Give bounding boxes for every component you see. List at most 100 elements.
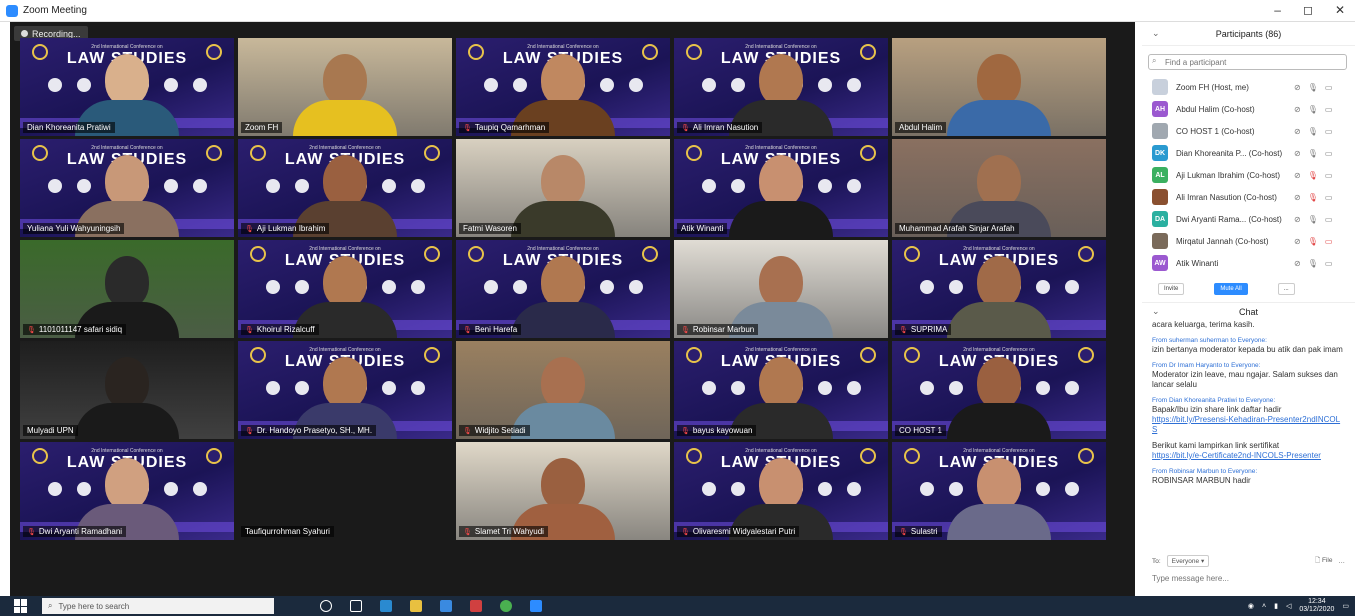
video-tile[interactable]: 2nd International Conference on LAW STUDI…	[238, 139, 452, 237]
mute-all-button[interactable]: Mute All	[1214, 283, 1248, 295]
taskbar-clock[interactable]: 12:34 03/12/2020	[1299, 598, 1334, 614]
store-icon[interactable]	[440, 600, 452, 612]
maximize-icon[interactable]: ◻	[1303, 3, 1313, 17]
camera-icon[interactable]: ▭	[1325, 215, 1333, 224]
participant-row[interactable]: Mirqatul Jannah (Co-host) ⊘ 🎙︎ ▭	[1142, 230, 1355, 252]
video-tile[interactable]: 2nd International Conference on LAW STUDI…	[20, 139, 234, 237]
mic-icon[interactable]: 🎙︎	[1308, 149, 1318, 158]
speaker-photo	[701, 381, 716, 395]
avatar: AH	[1152, 101, 1168, 117]
video-tile[interactable]: Fatmi Wasoren	[456, 139, 670, 237]
mic-icon[interactable]: 🎙︎	[1308, 83, 1318, 92]
mic-icon[interactable]: 🎙︎	[1308, 105, 1318, 114]
file-explorer-icon[interactable]	[410, 600, 422, 612]
video-tile[interactable]: 2nd International Conference on LAW STUDI…	[456, 240, 670, 338]
taskbar-search[interactable]: ⌕ Type here to search	[42, 598, 274, 614]
participant-row[interactable]: Zoom FH (Host, me) ⊘ 🎙︎ ▭	[1142, 76, 1355, 98]
participant-face	[977, 155, 1021, 207]
mic-muted-icon: 🎙︎	[27, 528, 36, 536]
chat-text: Moderator izin leave, mau ngajar. Salam …	[1152, 370, 1338, 389]
participant-list-name: Aji Lukman Ibrahim (Co-host)	[1176, 170, 1281, 180]
video-tile[interactable]: Abdul Halim	[892, 38, 1106, 136]
camera-icon[interactable]: ▭	[1325, 127, 1333, 136]
mic-muted-icon[interactable]: 🎙︎	[1308, 171, 1318, 180]
video-tile[interactable]: Taufiqurrohman Syahuri	[238, 442, 452, 540]
task-view-icon[interactable]	[350, 600, 362, 612]
participant-row[interactable]: AW Atik Winanti ⊘ 🎙︎ ▭	[1142, 252, 1355, 274]
mic-muted-icon[interactable]: 🎙︎	[1308, 193, 1318, 202]
recipient-select[interactable]: Everyone ▾	[1166, 555, 1210, 567]
chat-link[interactable]: https://bit.ly/Presensi-Kehadiran-Presen…	[1152, 415, 1343, 435]
video-tile[interactable]: 2nd International Conference on LAW STUDI…	[20, 442, 234, 540]
chevron-down-icon[interactable]: ⌄	[1152, 306, 1160, 317]
video-tile[interactable]: Zoom FH	[238, 38, 452, 136]
chat-message: From suherman suherman to Everyone: izin …	[1152, 336, 1343, 355]
mic-muted-icon[interactable]: 🎙︎	[1308, 237, 1318, 246]
network-icon[interactable]: ▮	[1274, 602, 1278, 610]
video-tile[interactable]: 2nd International Conference on LAW STUDI…	[892, 442, 1106, 540]
tray-app-icon[interactable]: ◉	[1248, 602, 1254, 610]
video-tile[interactable]: Muhammad Arafah Sinjar Arafah	[892, 139, 1106, 237]
mic-icon[interactable]: 🎙︎	[1308, 259, 1318, 268]
participant-search-input[interactable]	[1148, 54, 1347, 70]
invite-button[interactable]: Invite	[1158, 283, 1185, 295]
participant-row[interactable]: DA Dwi Aryanti Rama... (Co-host) ⊘ 🎙︎ ▭	[1142, 208, 1355, 230]
camera-off-icon[interactable]: ▭	[1325, 237, 1333, 246]
video-tile[interactable]: 🎙︎ 1101011147 safari sidiq	[20, 240, 234, 338]
participant-name: Dr. Handoyo Prasetyo, SH., MH.	[256, 426, 373, 435]
participant-row[interactable]: Ali Imran Nasution (Co-host) ⊘ 🎙︎ ▭	[1142, 186, 1355, 208]
video-tile[interactable]: 2nd International Conference on LAW STUDI…	[238, 240, 452, 338]
video-tile[interactable]: 2nd International Conference on LAW STUDI…	[20, 38, 234, 136]
participant-status-icons: ⊘ 🎙︎ ▭	[1294, 149, 1332, 158]
chevron-down-icon[interactable]: ⌄	[1152, 28, 1160, 39]
windows-start-icon[interactable]	[14, 599, 28, 613]
video-tile[interactable]: Mulyadi UPN	[20, 341, 234, 439]
participant-list-name: CO HOST 1 (Co-host)	[1176, 126, 1255, 136]
video-tile[interactable]: 2nd International Conference on LAW STUDI…	[238, 341, 452, 439]
camera-icon[interactable]: ▭	[1325, 259, 1333, 268]
chat-message-input[interactable]	[1152, 574, 1332, 583]
video-grid: 2nd International Conference on LAW STUDI…	[20, 38, 1110, 570]
share-icon: ⊘	[1294, 170, 1301, 180]
video-tile[interactable]: 2nd International Conference on LAW STUDI…	[674, 139, 888, 237]
zoom-app-icon[interactable]	[530, 600, 542, 612]
camera-icon[interactable]: ▭	[1325, 171, 1333, 180]
minimize-icon[interactable]: –	[1274, 3, 1281, 17]
camera-icon[interactable]: ▭	[1325, 83, 1333, 92]
video-tile[interactable]: 2nd International Conference on LAW STUDI…	[674, 442, 888, 540]
camera-icon[interactable]: ▭	[1325, 105, 1333, 114]
participant-row[interactable]: CO HOST 1 (Co-host) ⊘ 🎙︎ ▭	[1142, 120, 1355, 142]
video-tile[interactable]: 2nd International Conference on LAW STUDI…	[674, 38, 888, 136]
participant-face	[323, 357, 367, 409]
video-tile[interactable]: 🎙︎ Widjito Setiadi	[456, 341, 670, 439]
office-icon[interactable]	[470, 600, 482, 612]
cortana-icon[interactable]	[320, 600, 332, 612]
speaker-photo	[192, 179, 207, 193]
chat-messages[interactable]: acara keluarga, terima kasih. From suherm…	[1142, 320, 1355, 516]
tray-chevron-icon[interactable]: ˄	[1262, 603, 1266, 610]
video-tile[interactable]: 2nd International Conference on LAW STUDI…	[892, 240, 1106, 338]
video-tile[interactable]: 2nd International Conference on LAW STUDI…	[456, 38, 670, 136]
chrome-icon[interactable]	[500, 600, 512, 612]
mic-icon[interactable]: 🎙︎	[1308, 127, 1318, 136]
participant-row[interactable]: DK Dian Khoreanita P... (Co-host) ⊘ 🎙︎ ▭	[1142, 142, 1355, 164]
camera-icon[interactable]: ▭	[1325, 193, 1333, 202]
more-options-button[interactable]: ...	[1277, 283, 1295, 295]
participant-row[interactable]: AH Abdul Halim (Co-host) ⊘ 🎙︎ ▭	[1142, 98, 1355, 120]
close-icon[interactable]: ✕	[1335, 3, 1345, 17]
video-tile[interactable]: 2nd International Conference on LAW STUDI…	[674, 341, 888, 439]
volume-icon[interactable]: ◁	[1286, 602, 1291, 610]
speaker-photo	[410, 280, 425, 294]
video-tile[interactable]: 2nd International Conference on LAW STUDI…	[892, 341, 1106, 439]
file-button[interactable]: 🗋 File	[1315, 556, 1333, 567]
notification-icon[interactable]: ▭	[1342, 602, 1349, 610]
video-tile[interactable]: 🎙︎ Slamet Tri Wahyudi	[456, 442, 670, 540]
edge-icon[interactable]	[380, 600, 392, 612]
mic-icon[interactable]: 🎙︎	[1308, 215, 1318, 224]
participant-name: CO HOST 1	[899, 426, 942, 435]
chat-link[interactable]: https://bit.ly/e-Certificate2nd-INCOLS-P…	[1152, 451, 1343, 461]
chat-more-icon[interactable]: …	[1339, 558, 1346, 565]
video-tile[interactable]: 🎙︎ Robinsar Marbun	[674, 240, 888, 338]
camera-icon[interactable]: ▭	[1325, 149, 1333, 158]
participant-row[interactable]: AL Aji Lukman Ibrahim (Co-host) ⊘ 🎙︎ ▭	[1142, 164, 1355, 186]
